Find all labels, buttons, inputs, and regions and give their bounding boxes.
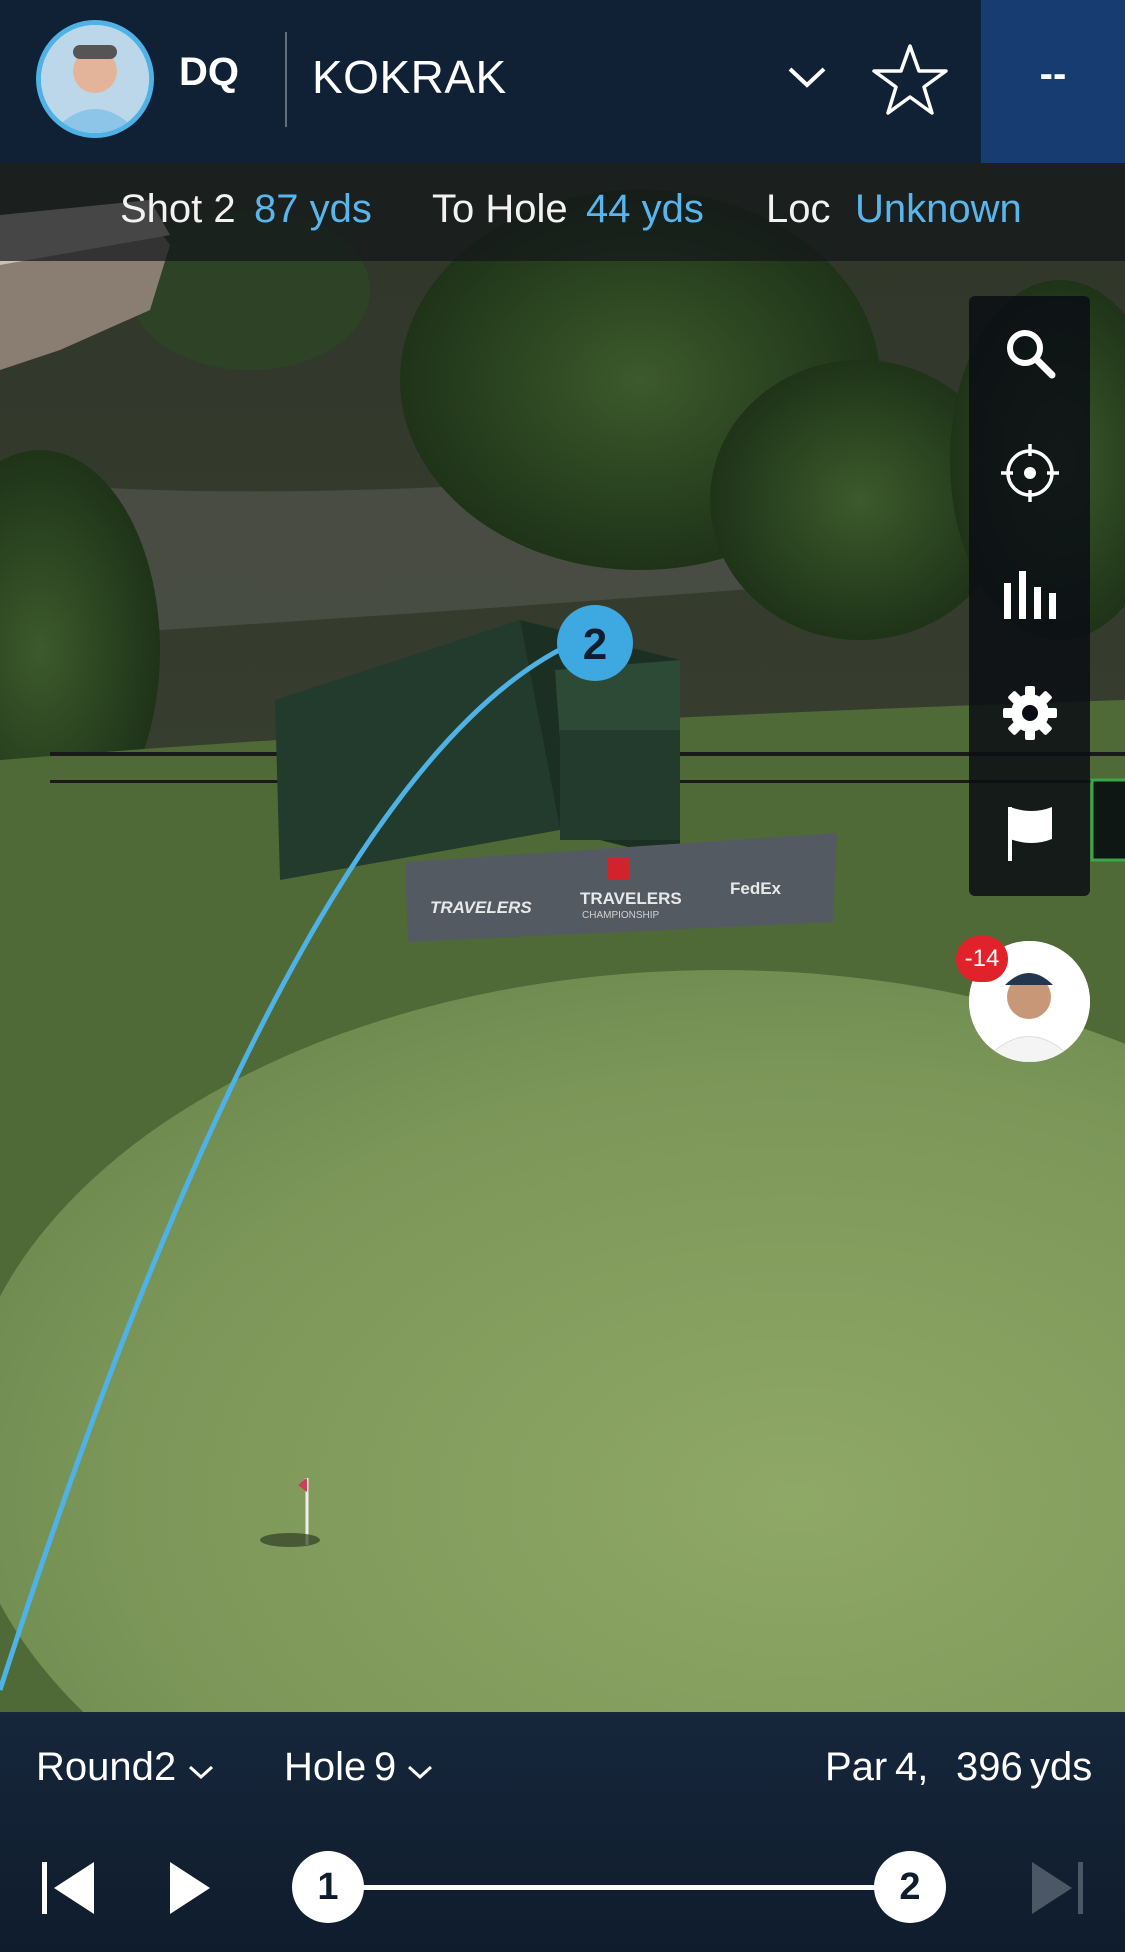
shot-marker-label: 2	[583, 620, 607, 669]
umbrella-logo	[608, 858, 630, 880]
banner-center-subtext: CHAMPIONSHIP	[582, 910, 660, 921]
map-tools	[969, 296, 1090, 896]
player-header: DQ KOKRAK --	[0, 0, 1125, 163]
banner-right-text: FedEx	[730, 879, 782, 898]
flag-icon[interactable]	[969, 783, 1090, 883]
loc-value: Unknown	[855, 187, 1022, 231]
stats-icon[interactable]	[969, 543, 1090, 643]
chevron-down-icon[interactable]	[784, 55, 830, 101]
shot-info-bar: Shot 2 87 yds To Hole 44 yds Loc Unknown	[0, 163, 1125, 261]
yards-unit: yds	[1030, 1745, 1093, 1789]
header-divider	[285, 32, 287, 127]
timeline-start-marker[interactable]: 1	[292, 1851, 364, 1923]
settings-icon[interactable]	[969, 663, 1090, 763]
locate-icon[interactable]	[969, 423, 1090, 523]
star-icon[interactable]	[870, 40, 950, 120]
chevron-down-icon[interactable]	[186, 1752, 216, 1797]
round-label[interactable]: Round	[36, 1745, 154, 1790]
loc-label: Loc	[766, 187, 831, 231]
banner-center-text: TRAVELERS	[580, 889, 682, 908]
chevron-down-icon[interactable]	[405, 1752, 435, 1797]
shot-label: Shot 2	[120, 187, 236, 231]
player-avatar[interactable]	[36, 20, 154, 138]
shot-distance: 87 yds	[254, 187, 372, 231]
round-value[interactable]: 2	[154, 1745, 176, 1790]
hole-label[interactable]: Hole	[284, 1745, 366, 1790]
par-label: Par	[825, 1745, 888, 1789]
skip-to-end-icon[interactable]	[1030, 1860, 1086, 1921]
par-value: 4,	[895, 1745, 929, 1789]
player-status: DQ	[179, 50, 239, 94]
leaderboard-sign	[1090, 778, 1125, 862]
play-icon[interactable]	[168, 1860, 212, 1921]
score-value: --	[1039, 52, 1067, 96]
search-icon[interactable]	[969, 303, 1090, 403]
shot-timeline[interactable]	[326, 1885, 910, 1890]
banner-left-text: TRAVELERS	[430, 898, 532, 917]
hole-yards: 396	[956, 1745, 1023, 1789]
leader-score-badge: -14	[956, 936, 1008, 982]
timeline-end-marker[interactable]: 2	[874, 1851, 946, 1923]
hole-value[interactable]: 9	[374, 1745, 396, 1790]
player-score: --	[981, 0, 1125, 163]
to-hole-label: To Hole	[432, 187, 568, 231]
skip-to-start-icon[interactable]	[40, 1860, 96, 1921]
player-name[interactable]: KOKRAK	[312, 50, 507, 104]
to-hole-value: 44 yds	[586, 187, 704, 231]
